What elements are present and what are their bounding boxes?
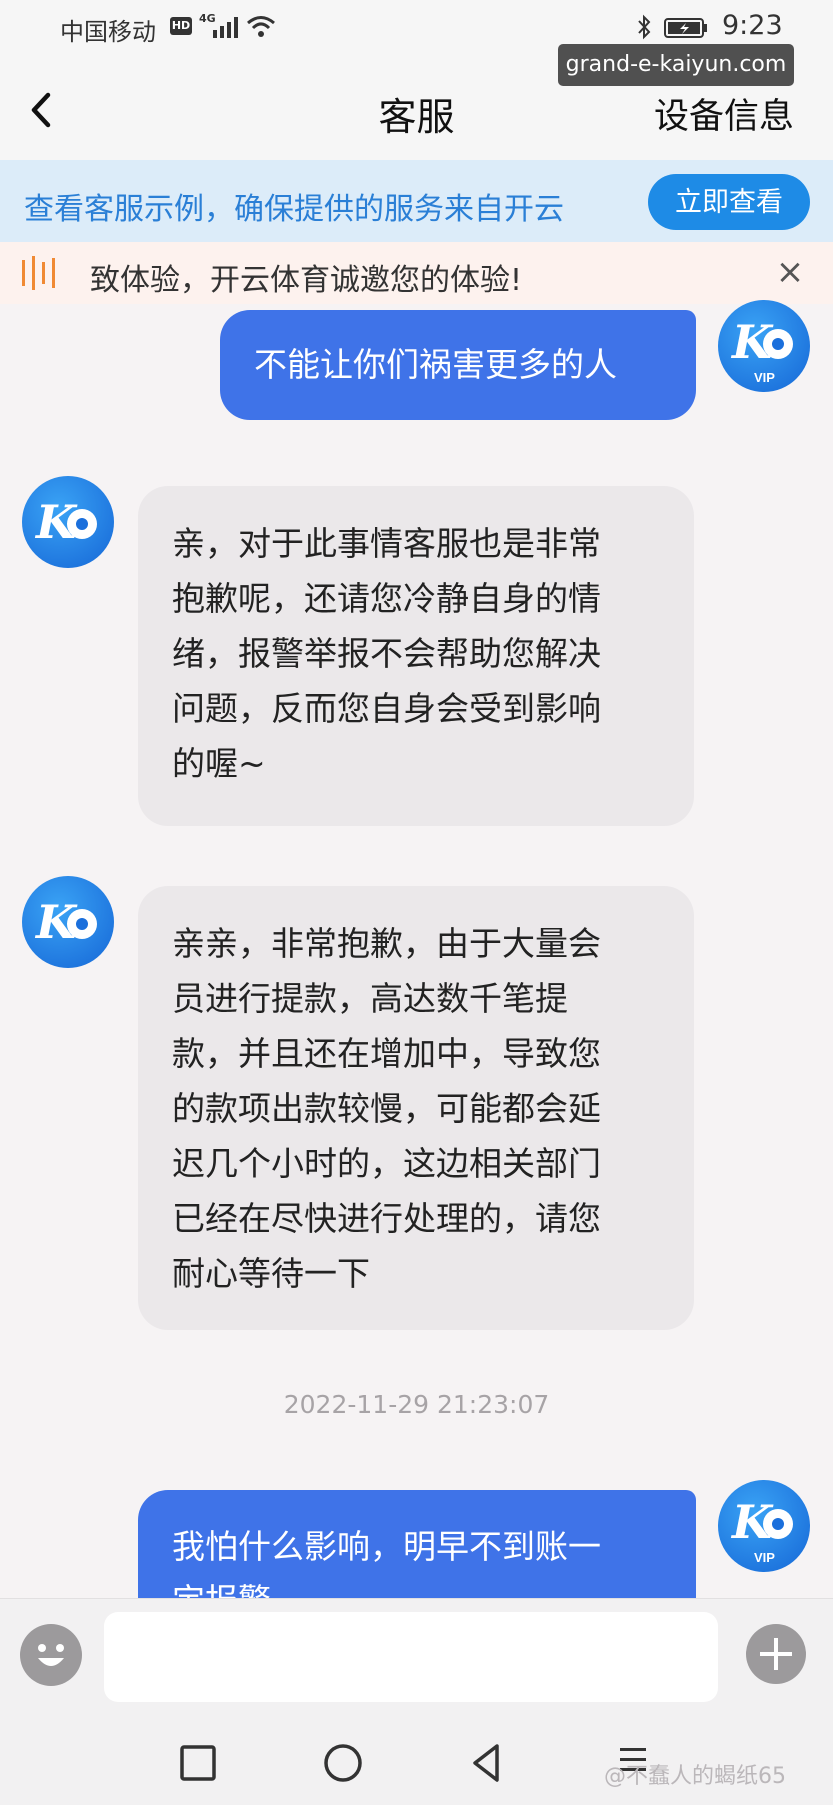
hd-badge: HD bbox=[170, 17, 192, 35]
view-now-button[interactable]: 立即查看 bbox=[648, 174, 810, 230]
agent-avatar[interactable]: K bbox=[22, 876, 114, 968]
agent-avatar[interactable]: K bbox=[22, 476, 114, 568]
home-circle-icon[interactable] bbox=[318, 1740, 368, 1786]
status-time: 9:23 bbox=[722, 10, 783, 41]
message-line: 我怕什么影响，明早不到账一 bbox=[172, 1527, 601, 1566]
vip-badge: VIP bbox=[754, 370, 775, 385]
tip-text: 查看客服示例，确保提供的服务来自开云 bbox=[24, 192, 564, 227]
kaiyun-logo-icon: K VIP bbox=[730, 1495, 793, 1565]
bluetooth-icon bbox=[638, 14, 651, 40]
message-line: 问题，反而您自身会受到影响 bbox=[172, 689, 601, 728]
wifi-icon bbox=[247, 16, 275, 37]
kaiyun-logo-icon: K bbox=[34, 495, 97, 549]
message-line: 亲亲，非常抱歉，由于大量会 bbox=[172, 924, 601, 963]
message-line: 员进行提款，高达数千笔提 bbox=[172, 979, 568, 1018]
notice-text: 致体验，开云体育诚邀您的体验! bbox=[90, 263, 523, 298]
carrier-name: 中国移动 bbox=[60, 18, 156, 46]
vip-badge: VIP bbox=[754, 1550, 775, 1565]
message-line: 已经在尽快进行处理的，请您 bbox=[172, 1199, 601, 1238]
message-line: 款，并且还在增加中，导致您 bbox=[172, 1034, 601, 1073]
message-line: 亲，对于此事情客服也是非常 bbox=[172, 524, 601, 563]
plus-icon[interactable] bbox=[746, 1624, 806, 1684]
agent-message-bubble[interactable]: 亲，对于此事情客服也是非常 抱歉呢，还请您冷静自身的情 绪，报警举报不会帮助您解… bbox=[138, 486, 694, 826]
author-watermark: @不蠢人的蝎纸65 bbox=[604, 1764, 786, 1789]
message-line: 绪，报警举报不会帮助您解决 bbox=[172, 634, 601, 673]
message-line: 迟几个小时的，这边相关部门 bbox=[172, 1144, 601, 1183]
message-line: 的款项出款较慢，可能都会延 bbox=[172, 1089, 601, 1128]
kaiyun-logo-icon: K VIP bbox=[730, 315, 793, 385]
agent-message-bubble[interactable]: 亲亲，非常抱歉，由于大量会 员进行提款，高达数千笔提 款，并且还在增加中，导致您… bbox=[138, 886, 694, 1330]
battery-icon bbox=[664, 18, 707, 38]
message-timestamp: 2022-11-29 21:23:07 bbox=[283, 1390, 550, 1419]
url-watermark: grand-e-kaiyun.com bbox=[558, 44, 794, 86]
message-input[interactable] bbox=[104, 1612, 718, 1702]
message-line: 抱歉呢，还请您冷静自身的情 bbox=[172, 579, 601, 618]
kaiyun-logo-icon: K bbox=[34, 895, 97, 949]
user-avatar[interactable]: K VIP bbox=[718, 300, 810, 392]
notice-close-button[interactable]: × bbox=[772, 252, 808, 292]
speaker-bars-icon bbox=[22, 256, 55, 290]
user-avatar[interactable]: K VIP bbox=[718, 1480, 810, 1572]
message-line: 的喔~ bbox=[172, 744, 266, 783]
smiley-icon[interactable] bbox=[20, 1624, 82, 1686]
message-text: 不能让你们祸害更多的人 bbox=[254, 345, 617, 384]
message-line: 耐心等待一下 bbox=[172, 1254, 370, 1293]
recent-apps-icon[interactable] bbox=[173, 1740, 223, 1786]
device-info-button[interactable]: 设备信息 bbox=[654, 88, 794, 139]
user-message-bubble[interactable]: 不能让你们祸害更多的人 bbox=[220, 310, 696, 420]
back-triangle-icon[interactable] bbox=[463, 1740, 513, 1786]
signal-icon bbox=[213, 17, 238, 38]
